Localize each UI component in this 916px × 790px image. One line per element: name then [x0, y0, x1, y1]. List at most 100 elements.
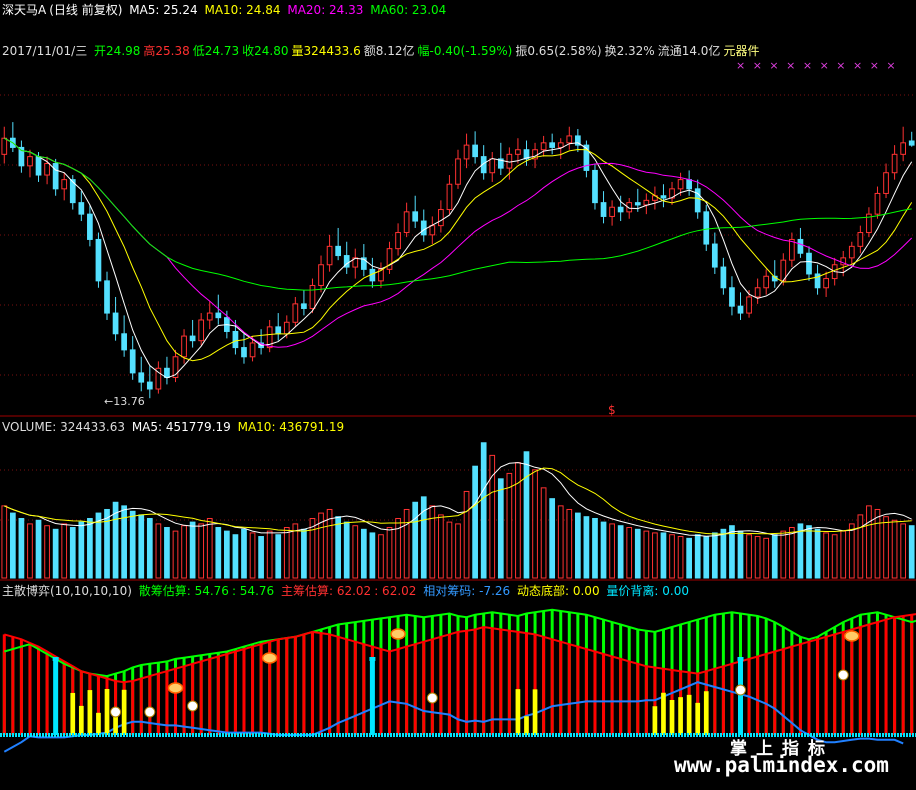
- volume-bar-35[interactable]: [301, 528, 307, 579]
- candle-body-70[interactable]: [600, 202, 607, 217]
- volume-bar-76[interactable]: [652, 532, 658, 579]
- candle-body-48[interactable]: [412, 211, 419, 222]
- volume-bar-26[interactable]: [224, 530, 230, 579]
- candle-body-103[interactable]: [883, 172, 889, 194]
- volume-bar-20[interactable]: [172, 530, 179, 579]
- volume-bar-39[interactable]: [335, 516, 342, 579]
- volume-bar-5[interactable]: [44, 525, 50, 579]
- candle-body-63[interactable]: [540, 142, 547, 151]
- volume-bar-49[interactable]: [420, 496, 427, 579]
- volume-bar-9[interactable]: [78, 521, 85, 579]
- volume-bar-103[interactable]: [883, 516, 889, 579]
- volume-bar-54[interactable]: [463, 490, 470, 579]
- volume-bar-15[interactable]: [129, 510, 136, 579]
- candlestick-series[interactable]: [1, 122, 915, 399]
- volume-bar-96[interactable]: [823, 532, 829, 579]
- volume-bar-18[interactable]: [155, 523, 162, 579]
- volume-bar-87[interactable]: [746, 534, 752, 579]
- volume-bar-69[interactable]: [592, 517, 598, 579]
- volume-bar-17[interactable]: [146, 517, 153, 579]
- volume-bar-42[interactable]: [360, 528, 367, 579]
- volume-bar-21[interactable]: [181, 525, 187, 579]
- candle-body-80[interactable]: [686, 179, 692, 190]
- candle-body-79[interactable]: [677, 179, 684, 190]
- volume-bar-66[interactable]: [566, 508, 573, 579]
- candle-body-32[interactable]: [275, 326, 282, 335]
- volume-bar-43[interactable]: [369, 532, 376, 579]
- candle-body-65[interactable]: [557, 142, 564, 148]
- candle-body-50[interactable]: [429, 225, 436, 236]
- candle-body-39[interactable]: [335, 245, 342, 257]
- candle-body-69[interactable]: [592, 169, 598, 204]
- candle-body-34[interactable]: [292, 303, 299, 323]
- candle-body-54[interactable]: [463, 144, 470, 160]
- volume-bar-74[interactable]: [634, 528, 641, 579]
- volume-bar-7[interactable]: [61, 523, 68, 579]
- volume-bars[interactable]: [1, 442, 915, 579]
- candle-body-77[interactable]: [660, 195, 667, 199]
- volume-bar-80[interactable]: [686, 537, 692, 579]
- volume-bar-40[interactable]: [343, 521, 350, 579]
- volume-bar-99[interactable]: [848, 523, 855, 579]
- volume-bar-82[interactable]: [703, 536, 710, 579]
- volume-bar-16[interactable]: [138, 514, 145, 579]
- candle-body-35[interactable]: [301, 303, 307, 309]
- volume-bar-32[interactable]: [275, 534, 282, 579]
- volume-bar-78[interactable]: [669, 534, 675, 579]
- candle-body-102[interactable]: [874, 192, 881, 215]
- volume-bar-12[interactable]: [104, 508, 110, 579]
- candle-body-29[interactable]: [249, 342, 256, 358]
- volume-bar-84[interactable]: [720, 528, 727, 579]
- candle-body-28[interactable]: [241, 347, 247, 358]
- candle-body-47[interactable]: [403, 211, 410, 234]
- candle-body-15[interactable]: [129, 349, 136, 374]
- volume-bar-28[interactable]: [241, 528, 247, 579]
- candle-body-37[interactable]: [318, 264, 324, 286]
- volume-bar-14[interactable]: [121, 505, 127, 579]
- candle-body-13[interactable]: [112, 312, 119, 335]
- candle-body-105[interactable]: [900, 142, 907, 155]
- volume-bar-25[interactable]: [215, 527, 222, 579]
- volume-bar-33[interactable]: [283, 527, 290, 579]
- volume-bar-92[interactable]: [789, 527, 795, 579]
- candle-body-104[interactable]: [891, 153, 898, 174]
- volume-bar-53[interactable]: [455, 523, 461, 579]
- candle-body-23[interactable]: [198, 319, 205, 342]
- volume-bar-73[interactable]: [626, 527, 633, 579]
- candle-body-11[interactable]: [95, 238, 102, 282]
- volume-bar-23[interactable]: [198, 523, 205, 579]
- candle-body-100[interactable]: [857, 232, 864, 247]
- candle-body-85[interactable]: [729, 287, 735, 307]
- candle-body-96[interactable]: [823, 278, 829, 289]
- candle-body-9[interactable]: [78, 202, 85, 215]
- candle-body-36[interactable]: [309, 284, 316, 309]
- candle-body-21[interactable]: [181, 335, 187, 358]
- volume-bar-94[interactable]: [806, 525, 812, 579]
- volume-bar-34[interactable]: [292, 523, 299, 579]
- volume-bar-30[interactable]: [258, 536, 264, 579]
- volume-bar-27[interactable]: [232, 534, 239, 579]
- volume-bar-22[interactable]: [189, 521, 196, 579]
- volume-bar-48[interactable]: [412, 501, 419, 579]
- candle-body-84[interactable]: [720, 266, 727, 289]
- volume-bar-2[interactable]: [18, 517, 25, 579]
- candle-body-82[interactable]: [703, 211, 710, 245]
- volume-bar-1[interactable]: [9, 512, 16, 579]
- candle-body-88[interactable]: [754, 287, 761, 298]
- volume-bar-8[interactable]: [69, 527, 76, 579]
- candle-body-66[interactable]: [566, 135, 573, 144]
- volume-bar-95[interactable]: [814, 528, 821, 579]
- volume-bar-55[interactable]: [472, 465, 478, 579]
- candle-body-33[interactable]: [283, 321, 290, 335]
- volume-bar-100[interactable]: [857, 514, 864, 579]
- volume-bar-105[interactable]: [900, 523, 907, 579]
- candle-body-52[interactable]: [446, 183, 453, 211]
- candle-body-14[interactable]: [121, 333, 127, 351]
- candle-body-87[interactable]: [746, 296, 752, 314]
- volume-bar-63[interactable]: [540, 487, 547, 579]
- candle-body-16[interactable]: [138, 372, 145, 383]
- volume-bar-24[interactable]: [206, 517, 213, 579]
- volume-bar-45[interactable]: [386, 527, 393, 579]
- candle-body-83[interactable]: [711, 243, 718, 268]
- volume-bar-44[interactable]: [378, 534, 384, 579]
